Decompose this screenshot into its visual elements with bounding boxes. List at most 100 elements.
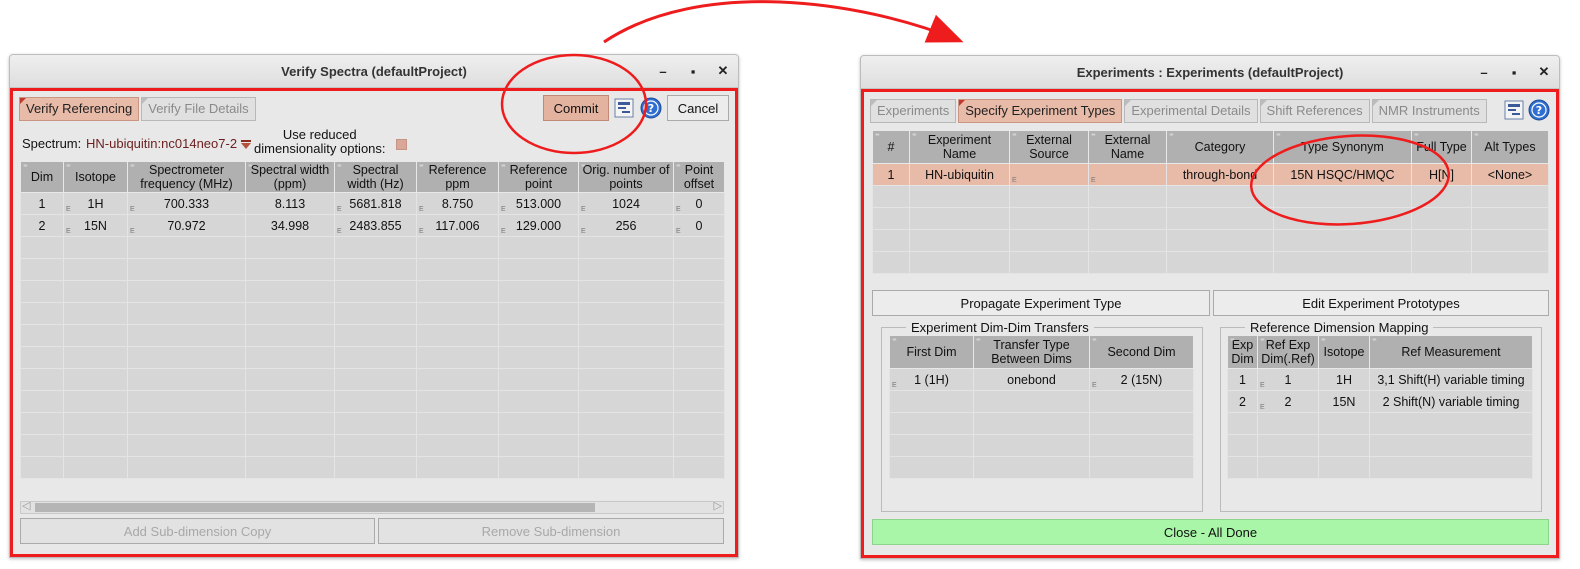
table-cell[interactable]: 1024	[578, 192, 674, 215]
table-cell[interactable]: HN-ubiquitin	[909, 163, 1010, 186]
table-cell[interactable]: 0	[673, 192, 725, 215]
table-cell[interactable]: 1	[1257, 368, 1319, 391]
column-header[interactable]: Spectrometer frequency (MHz)	[127, 161, 246, 193]
table-row[interactable]: 11H700.3338.1135681.8188.750513.00010240	[20, 192, 725, 215]
window-titlebar[interactable]: Verify Spectra (defaultProject) – ▪ ✕	[10, 55, 738, 88]
column-header[interactable]: #	[872, 130, 910, 164]
close-icon[interactable]: ✕	[716, 63, 730, 79]
table-cell[interactable]: 15N	[63, 214, 128, 237]
column-header[interactable]: Spectral width (Hz)	[334, 161, 417, 193]
column-header[interactable]: Ref Exp Dim(.Ref)	[1257, 335, 1319, 369]
table-cell[interactable]: 2	[1227, 390, 1258, 413]
column-header[interactable]: Isotope	[63, 161, 128, 193]
table-cell[interactable]: 1H	[1318, 368, 1370, 391]
table-cell[interactable]: 8.750	[416, 192, 499, 215]
column-header[interactable]: Spectral width (ppm)	[245, 161, 335, 193]
column-header[interactable]: Type Synonym	[1273, 130, 1412, 164]
horizontal-scrollbar[interactable]: ◁ ▷	[20, 499, 724, 514]
tab-shift-references[interactable]: Shift References	[1259, 99, 1370, 123]
reduced-dimensionality-checkbox[interactable]	[396, 139, 407, 150]
table-cell[interactable]: 700.333	[127, 192, 246, 215]
column-header[interactable]: Ref Measurement	[1369, 335, 1533, 369]
column-header[interactable]: Reference point	[498, 161, 579, 193]
table-cell[interactable]: 15N	[1318, 390, 1370, 413]
table-row[interactable]: 1HN-ubiquitin through-bond15N HSQC/HMQCH[…	[872, 163, 1549, 186]
table-cell[interactable]: through-bond	[1166, 163, 1274, 186]
table-cell[interactable]: 1	[872, 163, 910, 186]
close-icon[interactable]: ✕	[1537, 64, 1551, 80]
remove-subdimension-button[interactable]: Remove Sub-dimension	[378, 518, 724, 544]
add-subdimension-button[interactable]: Add Sub-dimension Copy	[20, 518, 375, 544]
column-header[interactable]: Exp Dim	[1227, 335, 1258, 369]
table-cell[interactable]: 1H	[63, 192, 128, 215]
column-header[interactable]: Point offset	[673, 161, 725, 193]
column-header[interactable]: First Dim	[889, 335, 974, 369]
table-cell[interactable]: 0	[673, 214, 725, 237]
experiment-types-table: # Experiment Name External Source Extern…	[872, 130, 1549, 274]
cancel-button[interactable]: Cancel	[667, 95, 729, 121]
tab-specify-experiment-types[interactable]: Specify Experiment Types	[958, 99, 1123, 123]
column-header[interactable]: Isotope	[1318, 335, 1370, 369]
table-row[interactable]: 2215N2 Shift(N) variable timing	[1227, 390, 1533, 413]
table-cell[interactable]: 117.006	[416, 214, 499, 237]
table-cell[interactable]: 70.972	[127, 214, 246, 237]
column-header[interactable]: External Name	[1088, 130, 1167, 164]
edit-experiment-prototypes-button[interactable]: Edit Experiment Prototypes	[1213, 290, 1549, 316]
window-titlebar[interactable]: Experiments : Experiments (defaultProjec…	[861, 56, 1559, 89]
table-cell[interactable]: 2483.855	[334, 214, 417, 237]
column-header[interactable]: Experiment Name	[909, 130, 1010, 164]
column-header[interactable]: Category	[1166, 130, 1274, 164]
column-header[interactable]: Second Dim	[1089, 335, 1194, 369]
table-cell[interactable]: 15N HSQC/HMQC	[1273, 163, 1412, 186]
table-cell[interactable]: 256	[578, 214, 674, 237]
table-cell[interactable]: 2 (15N)	[1089, 368, 1194, 391]
table-row[interactable]: 215N70.97234.9982483.855117.006129.00025…	[20, 214, 725, 237]
column-header[interactable]: External Source	[1009, 130, 1089, 164]
table-cell[interactable]: 8.113	[245, 192, 335, 215]
tab-verify-referencing[interactable]: Verify Referencing	[19, 97, 140, 121]
minimize-icon[interactable]: –	[656, 64, 670, 79]
table-cell[interactable]: 1 (1H)	[889, 368, 974, 391]
table-cell[interactable]: onebond	[973, 368, 1090, 391]
tab-experimental-details[interactable]: Experimental Details	[1124, 99, 1258, 123]
scroll-left-arrow[interactable]: ◁	[22, 499, 30, 512]
help-icon[interactable]: ?	[640, 97, 662, 119]
minimize-icon[interactable]: –	[1477, 65, 1491, 80]
table-cell[interactable]	[1009, 163, 1089, 186]
tab-verify-file-details[interactable]: Verify File Details	[141, 97, 256, 121]
column-header[interactable]: Transfer Type Between Dims	[973, 335, 1090, 369]
table-cell[interactable]: 2 Shift(N) variable timing	[1369, 390, 1533, 413]
table-cell[interactable]: 1	[1227, 368, 1258, 391]
table-row[interactable]: 111H3,1 Shift(H) variable timing	[1227, 368, 1533, 391]
table-cell[interactable]: 34.998	[245, 214, 335, 237]
column-header[interactable]: Orig. number of points	[578, 161, 674, 193]
column-header[interactable]: Alt Types	[1471, 130, 1549, 164]
scroll-right-arrow[interactable]: ▷	[714, 499, 722, 512]
table-cell[interactable]: 5681.818	[334, 192, 417, 215]
maximize-icon[interactable]: ▪	[1507, 65, 1521, 80]
tab-nmr-instruments[interactable]: NMR Instruments	[1371, 99, 1487, 123]
help-icon[interactable]: ?	[1528, 99, 1550, 121]
column-header[interactable]: Dim	[20, 161, 64, 193]
table-cell[interactable]: 2	[1257, 390, 1319, 413]
commit-button[interactable]: Commit	[543, 95, 609, 121]
table-cell[interactable]: H[N]	[1411, 163, 1472, 186]
close-all-done-button[interactable]: Close - All Done	[872, 519, 1549, 545]
table-cell[interactable]: <None>	[1471, 163, 1549, 186]
table-cell[interactable]: 3,1 Shift(H) variable timing	[1369, 368, 1533, 391]
table-row[interactable]: 1 (1H)onebond2 (15N)	[889, 368, 1194, 391]
scrollbar-thumb[interactable]	[35, 503, 595, 512]
window-pack-icon[interactable]	[614, 98, 634, 118]
table-cell[interactable]: 513.000	[498, 192, 579, 215]
table-cell[interactable]: 1	[20, 192, 64, 215]
table-cell[interactable]: 2	[20, 214, 64, 237]
column-header[interactable]: Full Type	[1411, 130, 1472, 164]
propagate-experiment-type-button[interactable]: Propagate Experiment Type	[872, 290, 1210, 316]
maximize-icon[interactable]: ▪	[686, 64, 700, 79]
table-cell[interactable]: 129.000	[498, 214, 579, 237]
window-pack-icon[interactable]	[1504, 100, 1524, 120]
table-cell[interactable]	[1088, 163, 1167, 186]
tab-experiments[interactable]: Experiments	[870, 99, 957, 123]
spectrum-select[interactable]: HN-ubiquitin:nc014neo7-2	[86, 136, 251, 151]
column-header[interactable]: Reference ppm	[416, 161, 499, 193]
